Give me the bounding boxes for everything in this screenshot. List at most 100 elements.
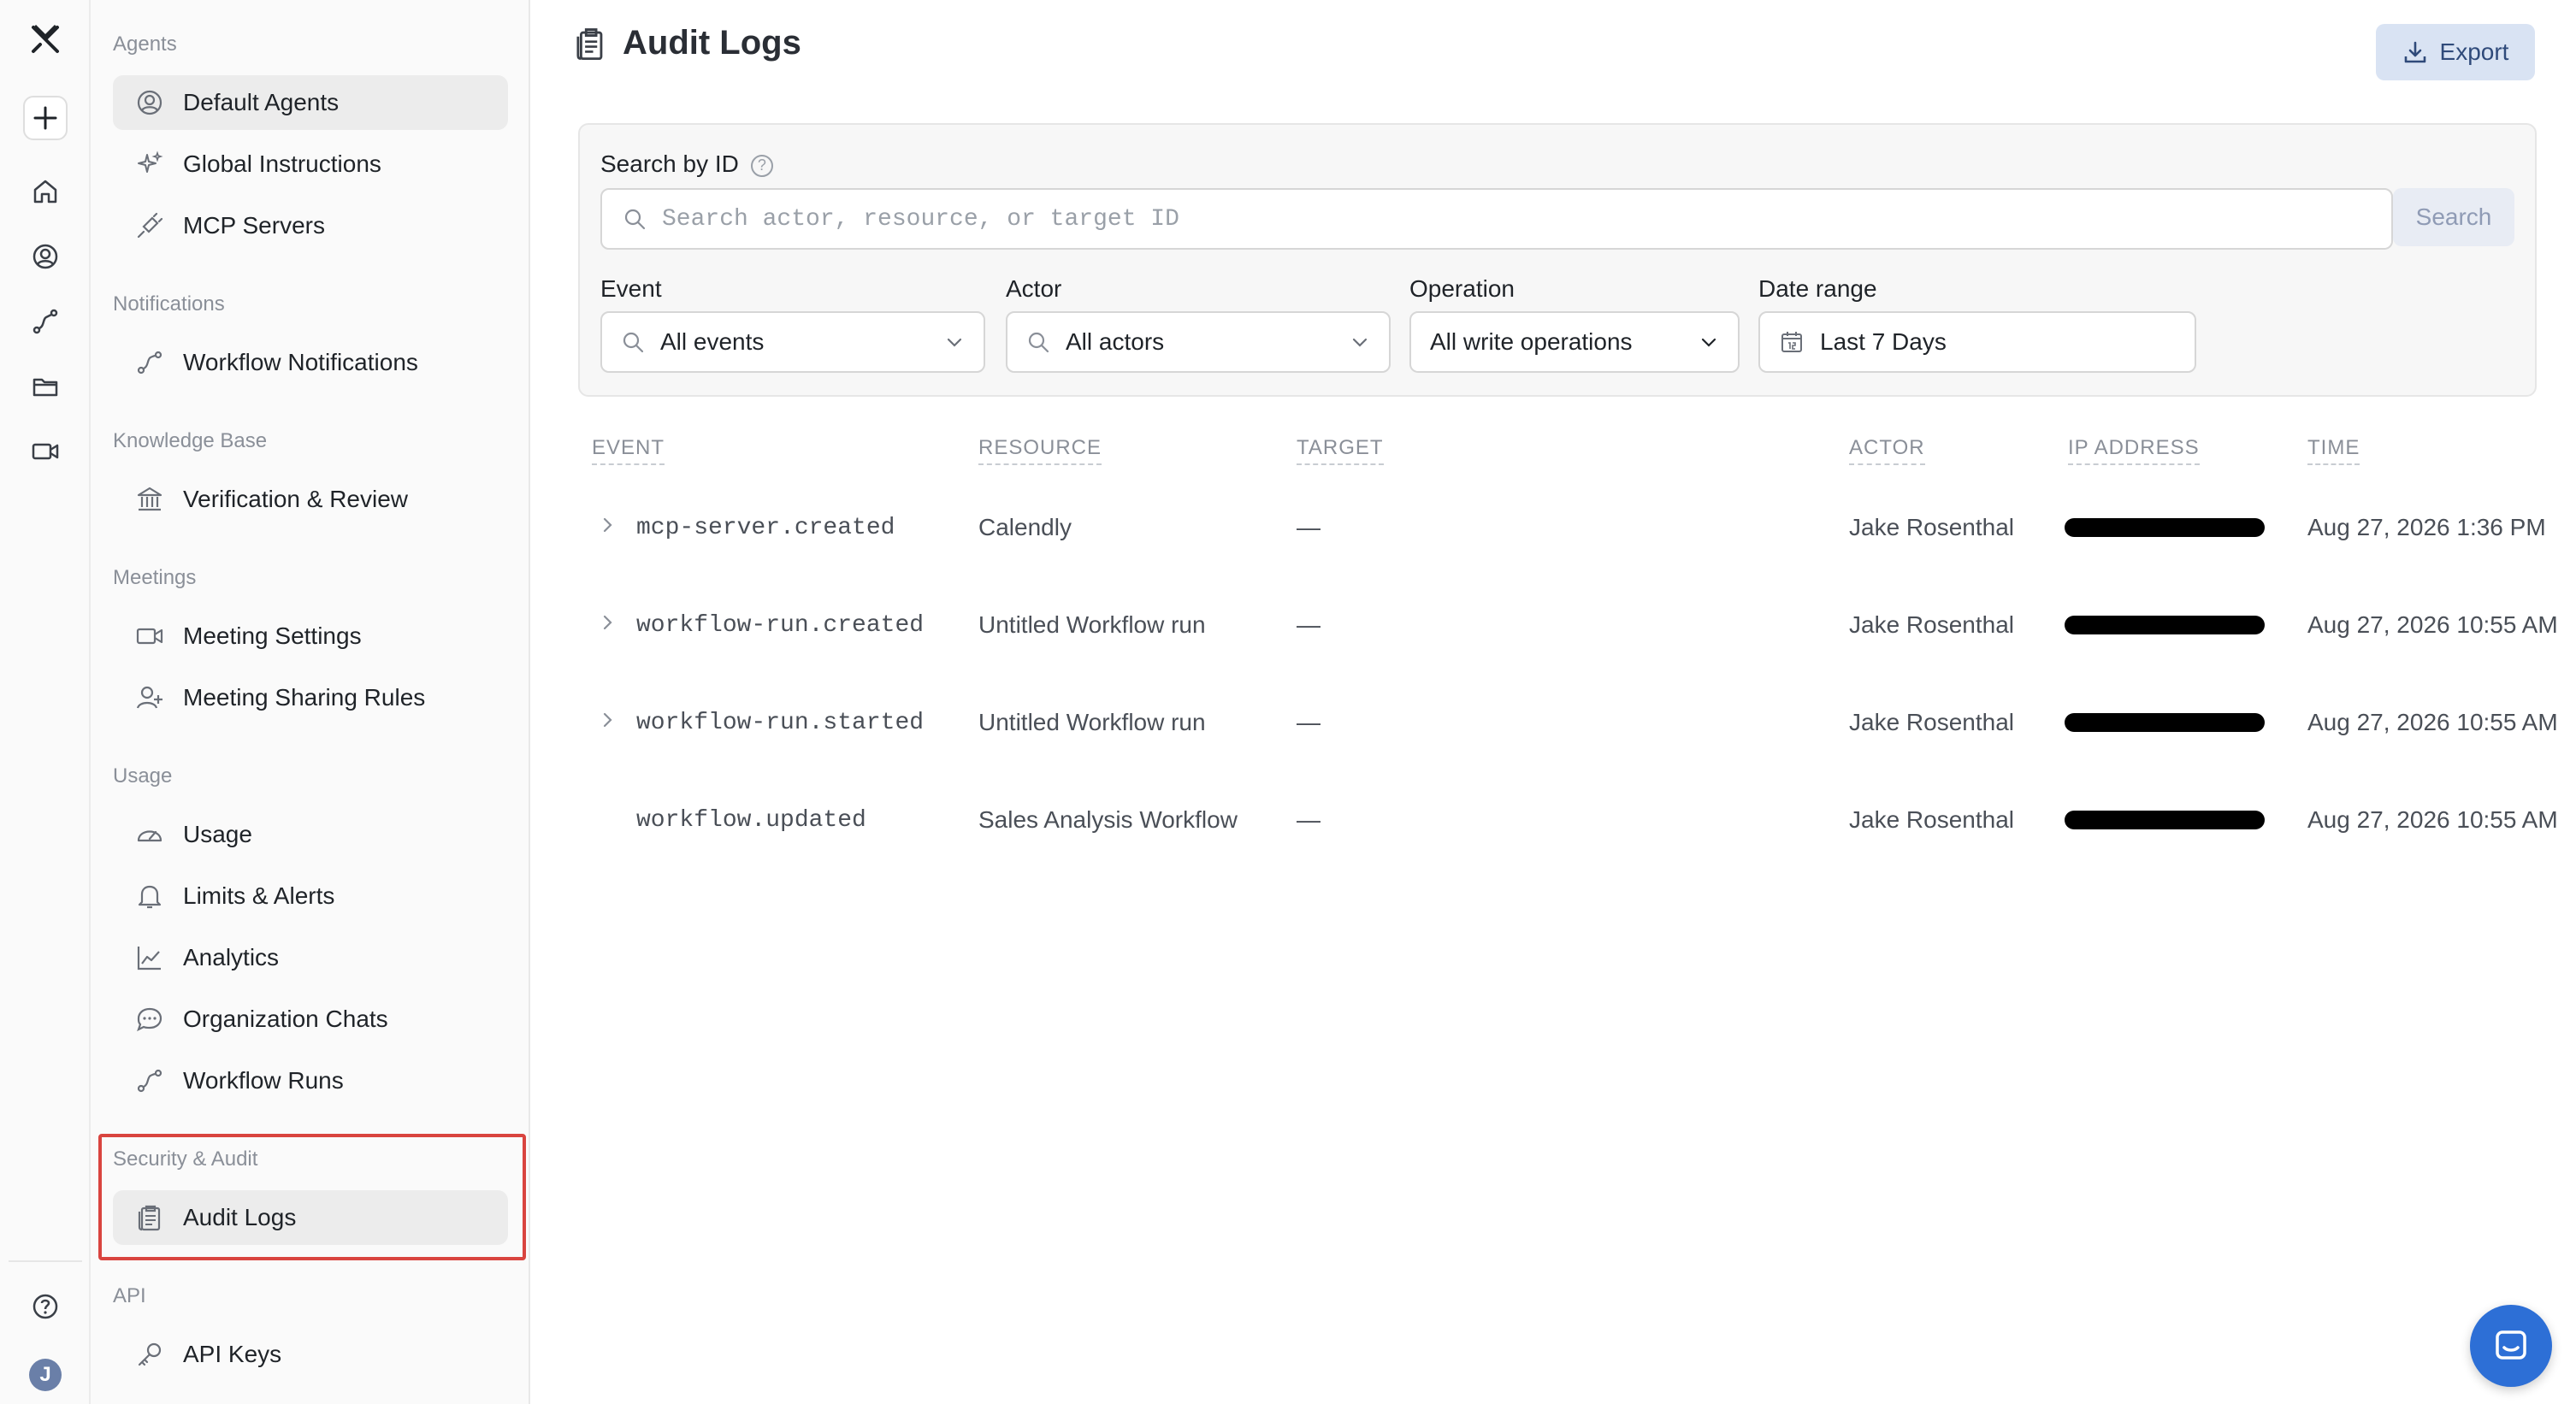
clipboard-icon xyxy=(133,1201,166,1234)
sparkle-icon xyxy=(133,148,166,180)
sidebar-item-mcp-servers[interactable]: MCP Servers xyxy=(113,198,508,253)
operation-filter-label: Operation xyxy=(1409,275,1515,302)
bell-icon xyxy=(133,880,166,912)
avatar[interactable]: J xyxy=(29,1359,62,1391)
user-circle-icon xyxy=(133,86,166,119)
time-cell: Aug 27, 2026 10:55 AM xyxy=(2307,709,2558,735)
ip-address-cell xyxy=(2065,479,2265,576)
bank-icon xyxy=(133,483,166,516)
filter-panel: Search by ID? Search Event All events Ac… xyxy=(578,123,2537,397)
target-cell: — xyxy=(1297,514,1320,540)
rail-divider xyxy=(9,1260,82,1262)
chevron-down-icon xyxy=(1699,332,1719,352)
search-field[interactable] xyxy=(600,188,2393,250)
sidebar-item-label: Audit Logs xyxy=(183,1204,297,1230)
operation-select-value: All write operations xyxy=(1430,328,1633,355)
sidebar-item-workflow-runs[interactable]: Workflow Runs xyxy=(113,1053,508,1108)
chevron-down-icon xyxy=(1350,332,1370,352)
help-icon[interactable] xyxy=(23,1284,68,1329)
new-chat-button[interactable] xyxy=(23,96,68,140)
sidebar-item-verification-review[interactable]: Verification & Review xyxy=(113,472,508,527)
sidebar-item-label: Workflow Notifications xyxy=(183,349,418,375)
table-row[interactable]: workflow.updated Sales Analysis Workflow… xyxy=(530,771,2576,869)
resource-cell: Untitled Workflow run xyxy=(978,709,1206,735)
search-input[interactable] xyxy=(662,205,2355,233)
target-cell: — xyxy=(1297,806,1320,833)
home-icon[interactable] xyxy=(23,169,68,214)
folder-icon[interactable] xyxy=(23,364,68,409)
workflow-icon xyxy=(133,346,166,379)
app-rail: J xyxy=(0,0,91,1404)
search-label-text: Search by ID xyxy=(600,150,739,177)
video-icon[interactable] xyxy=(23,429,68,474)
date-range-picker[interactable]: Last 7 Days xyxy=(1758,311,2196,373)
sidebar-item-meeting-settings[interactable]: Meeting Settings xyxy=(113,609,508,664)
column-header-event[interactable]: EVENT xyxy=(592,436,665,465)
sidebar-item-label: Global Instructions xyxy=(183,150,381,177)
chevron-right-icon[interactable] xyxy=(599,611,617,634)
actor-cell: Jake Rosenthal xyxy=(1849,514,2015,540)
table-row[interactable]: workflow-run.started Untitled Workflow r… xyxy=(530,674,2576,771)
column-header-actor[interactable]: ACTOR xyxy=(1849,436,1925,465)
sidebar-item-global-instructions[interactable]: Global Instructions xyxy=(113,137,508,192)
search-button[interactable]: Search xyxy=(2393,188,2514,246)
table-row[interactable]: mcp-server.created Calendly — Jake Rosen… xyxy=(530,479,2576,576)
actor-filter-label: Actor xyxy=(1006,275,1062,302)
target-cell: — xyxy=(1297,709,1320,735)
plug-icon xyxy=(133,209,166,242)
support-chat-button[interactable] xyxy=(2470,1305,2552,1387)
sidebar-item-default-agents[interactable]: Default Agents xyxy=(113,75,508,130)
chat-bubble-icon xyxy=(133,1003,166,1035)
clipboard-icon xyxy=(573,25,607,62)
sidebar-item-organization-chats[interactable]: Organization Chats xyxy=(113,992,508,1047)
search-icon xyxy=(623,207,647,231)
download-icon xyxy=(2402,39,2440,65)
column-header-target[interactable]: TARGET xyxy=(1297,436,1384,465)
column-header-time[interactable]: TIME xyxy=(2307,436,2360,465)
chevron-right-icon[interactable] xyxy=(599,513,617,537)
gauge-icon xyxy=(133,818,166,851)
sidebar-item-limits-alerts[interactable]: Limits & Alerts xyxy=(113,869,508,923)
chart-line-icon xyxy=(133,941,166,974)
sidebar-item-analytics[interactable]: Analytics xyxy=(113,930,508,985)
user-circle-icon[interactable] xyxy=(23,234,68,279)
column-header-ip-address[interactable]: IP ADDRESS xyxy=(2068,436,2200,465)
sidebar-item-label: Organization Chats xyxy=(183,1006,388,1032)
column-header-resource[interactable]: RESOURCE xyxy=(978,436,1102,465)
section-title-knowledge-base: Knowledge Base xyxy=(113,429,268,452)
workflow-icon[interactable] xyxy=(23,299,68,344)
time-cell: Aug 27, 2026 1:36 PM xyxy=(2307,514,2546,540)
section-title-agents: Agents xyxy=(113,32,177,56)
actor-cell: Jake Rosenthal xyxy=(1849,709,2015,735)
sidebar-item-api-keys[interactable]: API Keys xyxy=(113,1327,508,1382)
redaction-bar xyxy=(2065,518,2265,537)
sidebar-item-label: Analytics xyxy=(183,944,280,970)
sidebar-item-workflow-notifications[interactable]: Workflow Notifications xyxy=(113,335,508,390)
redaction-bar xyxy=(2065,713,2265,732)
ip-address-cell xyxy=(2065,771,2265,869)
event-cell: workflow-run.started xyxy=(636,709,925,736)
ip-address-cell xyxy=(2065,576,2265,674)
sidebar-item-label: API Keys xyxy=(183,1341,282,1367)
actor-select[interactable]: All actors xyxy=(1006,311,1391,373)
sidebar-item-meeting-sharing-rules[interactable]: Meeting Sharing Rules xyxy=(113,670,508,725)
export-label: Export xyxy=(2439,38,2509,65)
main-content: Audit Logs Export Search by ID? Search E… xyxy=(530,0,2576,1404)
app-logo-icon[interactable] xyxy=(23,17,68,62)
sidebar-item-label: Meeting Sharing Rules xyxy=(183,684,426,711)
table-row[interactable]: workflow-run.created Untitled Workflow r… xyxy=(530,576,2576,674)
sidebar-item-audit-logs[interactable]: Audit Logs xyxy=(113,1190,508,1245)
export-button[interactable]: Export xyxy=(2376,24,2535,80)
operation-select[interactable]: All write operations xyxy=(1409,311,1740,373)
event-select[interactable]: All events xyxy=(600,311,985,373)
page-title: Audit Logs xyxy=(573,24,801,62)
settings-sidebar: Agents Default Agents Global Instruction… xyxy=(91,0,530,1404)
video-icon xyxy=(133,620,166,652)
sidebar-item-label: Default Agents xyxy=(183,89,340,115)
date-range-value: Last 7 Days xyxy=(1820,328,1947,355)
chevron-right-icon[interactable] xyxy=(599,708,617,732)
section-title-api: API xyxy=(113,1284,146,1307)
help-icon[interactable]: ? xyxy=(750,154,773,177)
sidebar-item-label: MCP Servers xyxy=(183,212,325,239)
sidebar-item-usage[interactable]: Usage xyxy=(113,807,508,862)
